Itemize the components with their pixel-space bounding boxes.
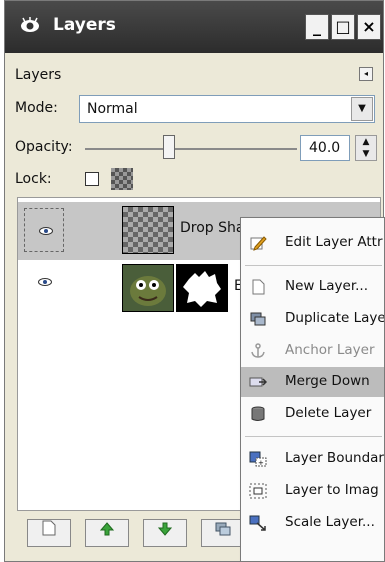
lock-alpha-icon — [111, 168, 133, 190]
menu-item-duplicate-layer[interactable]: Duplicate Laye — [241, 304, 384, 334]
layer-thumbnail — [122, 264, 174, 312]
visibility-toggle[interactable] — [24, 208, 64, 252]
menu-item-new-layer[interactable]: New Layer... — [241, 272, 384, 302]
title-bar[interactable]: Layers _ □ × — [5, 1, 383, 53]
menu-item-layer-to-image-size[interactable]: Layer to Imag — [241, 476, 384, 506]
new-page-icon — [252, 279, 265, 295]
layer-to-image-icon — [249, 483, 267, 499]
arrow-down-icon — [157, 522, 173, 536]
opacity-label: Opacity: — [15, 139, 73, 155]
tab-menu-icon[interactable]: ◂ — [359, 67, 373, 81]
opacity-value: 40.0 — [309, 140, 341, 156]
new-page-icon — [42, 520, 56, 536]
minimize-button[interactable]: _ — [305, 14, 329, 40]
menu-item-anchor-layer[interactable]: Anchor Layer — [241, 336, 384, 366]
anchor-icon — [251, 343, 265, 358]
raise-layer-button[interactable] — [85, 519, 129, 547]
eye-icon[interactable] — [38, 278, 52, 286]
trash-icon — [251, 406, 265, 421]
opacity-input[interactable]: 40.0 — [300, 135, 350, 161]
mode-dropdown[interactable]: Normal ▼ — [79, 95, 375, 123]
menu-item-edit-layer-attributes[interactable]: Edit Layer Attr — [241, 228, 384, 258]
lock-alpha-checkbox[interactable] — [85, 172, 99, 186]
edit-pencil-icon — [250, 236, 267, 251]
new-layer-button[interactable] — [27, 519, 71, 547]
scale-icon — [249, 515, 266, 531]
opacity-spin-buttons[interactable]: ▲ ▼ — [355, 135, 377, 161]
menu-item-scale-layer[interactable]: Scale Layer... — [241, 508, 384, 538]
eye-icon — [39, 227, 53, 235]
panel-tab-label: Layers — [15, 67, 62, 83]
opacity-slider-thumb[interactable] — [163, 135, 175, 159]
chevron-down-icon[interactable]: ▼ — [351, 97, 373, 121]
mode-label: Mode: — [15, 100, 58, 116]
gimp-eye-icon — [19, 17, 41, 39]
menu-item-merge-down[interactable]: Merge Down — [241, 367, 384, 397]
layer-name: Drop Sha — [180, 220, 245, 236]
window-title: Layers — [53, 15, 116, 35]
mode-value: Normal — [87, 101, 138, 117]
close-button[interactable]: × — [357, 14, 381, 40]
layer-thumbnail — [122, 206, 174, 254]
lock-label: Lock: — [15, 171, 52, 187]
svg-text:+: + — [258, 459, 264, 467]
menu-separator — [245, 436, 382, 437]
opacity-slider-track[interactable] — [85, 148, 297, 150]
duplicate-layer-button[interactable] — [201, 519, 245, 547]
arrow-up-icon — [99, 522, 115, 536]
merge-down-icon — [249, 377, 267, 387]
maximize-button[interactable]: □ — [331, 14, 355, 40]
lower-layer-button[interactable] — [143, 519, 187, 547]
layer-mask-thumbnail — [176, 264, 228, 312]
menu-separator — [245, 265, 382, 266]
duplicate-icon — [250, 312, 266, 326]
duplicate-icon — [215, 522, 231, 536]
layer-context-menu: Edit Layer Attr New Layer... Duplicate L… — [240, 217, 385, 562]
menu-item-delete-layer[interactable]: Delete Layer — [241, 399, 384, 429]
menu-item-layer-boundary-size[interactable]: + Layer Boundar — [241, 444, 384, 474]
layer-boundary-icon: + — [249, 451, 267, 467]
